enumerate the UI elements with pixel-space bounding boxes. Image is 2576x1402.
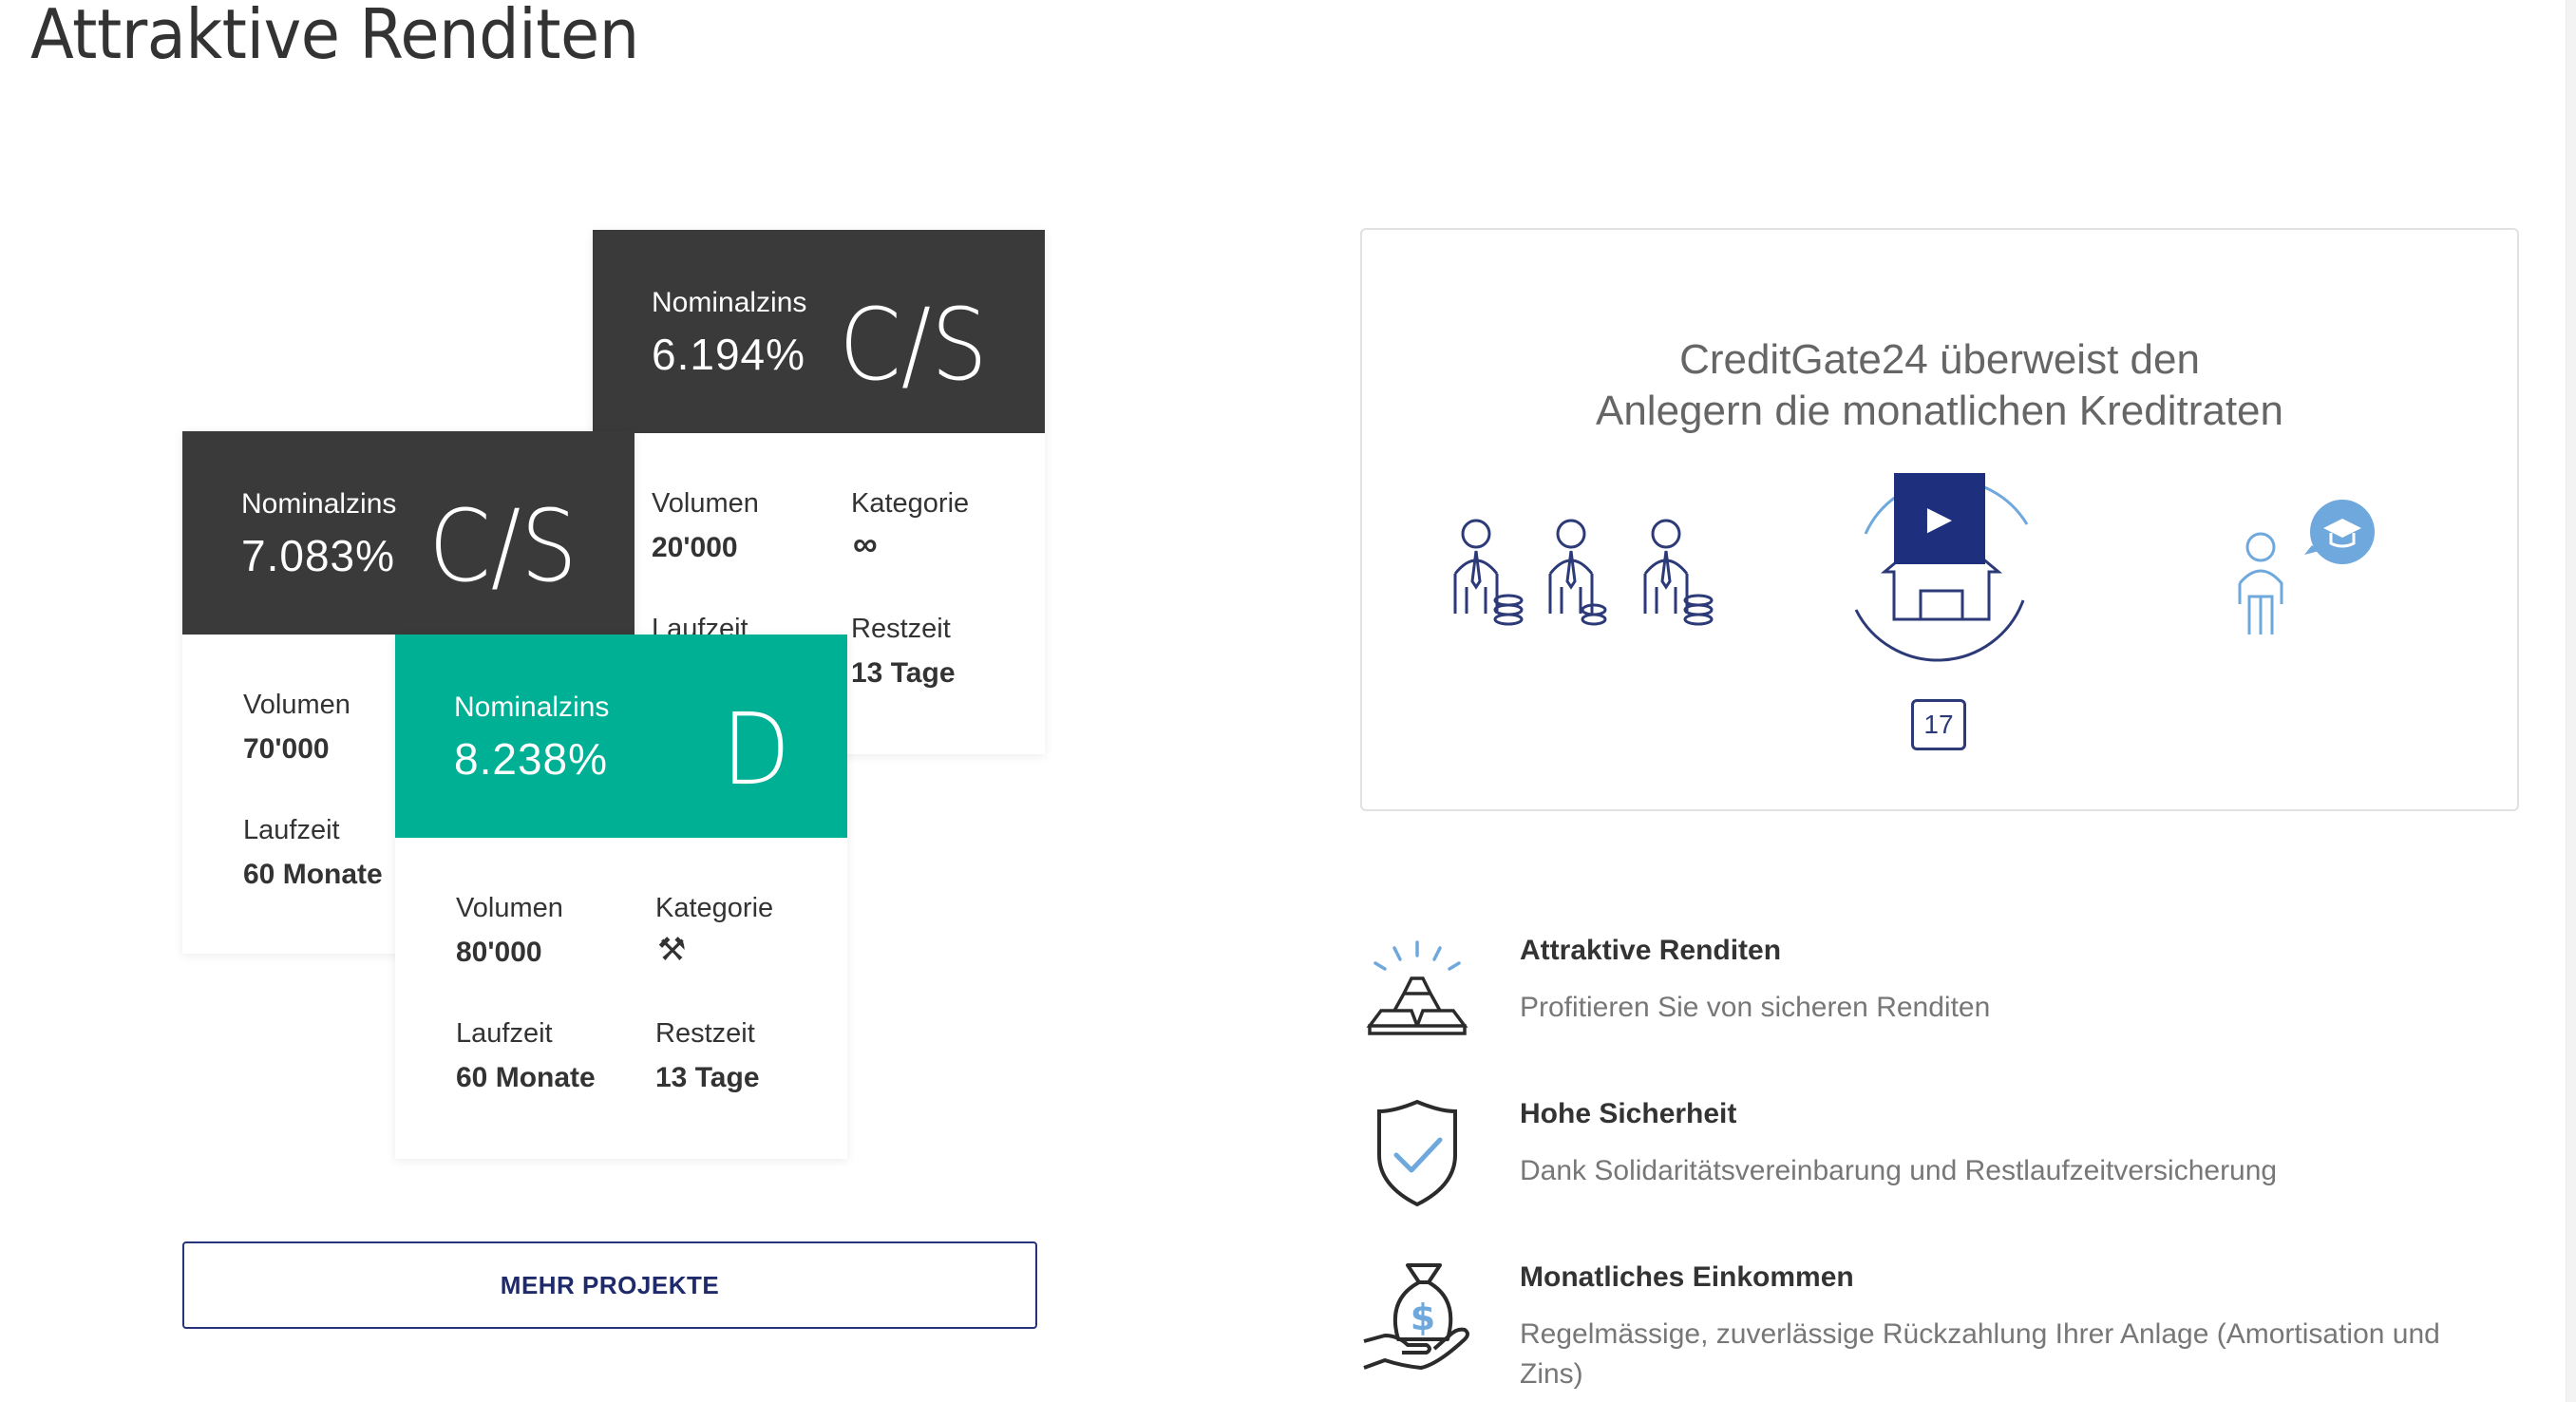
- project-card-3[interactable]: Nominalzins 8.238% D Volumen 80'000 Kate…: [395, 635, 847, 1159]
- calendar-icon: 17: [1911, 699, 1966, 750]
- kategorie-label: Kategorie: [655, 893, 774, 923]
- feature-attraktive-renditen: Attraktive Renditen Profitieren Sie von …: [1360, 935, 2519, 1049]
- card-header: Nominalzins 8.238% D: [395, 635, 847, 838]
- feature-title: Attraktive Renditen: [1520, 935, 1782, 966]
- volumen-label: Volumen: [243, 690, 350, 720]
- nominalzins-value: 6.194%: [652, 330, 806, 379]
- feature-description: Regelmässige, zuverlässige Rückzahlung I…: [1520, 1318, 2440, 1390]
- restzeit-label: Restzeit: [851, 614, 951, 644]
- svg-text:$: $: [1411, 1297, 1435, 1338]
- feature-description: Profitieren Sie von sicheren Renditen: [1520, 992, 1991, 1023]
- card-header: Nominalzins 7.083% C/S: [182, 431, 635, 635]
- volumen-label: Volumen: [456, 893, 563, 923]
- explainer-video[interactable]: CreditGate24 überweist den Anlegern die …: [1360, 228, 2519, 811]
- calendar-day: 17: [1923, 710, 1954, 739]
- volumen-value: 80'000: [456, 937, 542, 968]
- risk-grade: C/S: [428, 488, 578, 604]
- feature-hohe-sicherheit: Hohe Sicherheit Dank Solidaritätsvereinb…: [1360, 1098, 2519, 1212]
- volumen-value: 70'000: [243, 733, 330, 765]
- nominalzins-value: 8.238%: [454, 734, 609, 784]
- volumen-label: Volumen: [652, 488, 759, 519]
- infinity-icon: ∞: [853, 524, 878, 563]
- restzeit-value: 13 Tage: [655, 1062, 760, 1093]
- video-caption: CreditGate24 überweist den Anlegern die …: [1362, 334, 2517, 437]
- page-scrollbar[interactable]: [2566, 0, 2576, 1402]
- kategorie-label: Kategorie: [851, 488, 970, 519]
- page-title: Attraktive Renditen: [30, 0, 639, 74]
- play-icon: ▶: [1926, 501, 1953, 537]
- feature-description: Dank Solidaritätsvereinbarung und Restla…: [1520, 1155, 2278, 1186]
- volumen-value: 20'000: [652, 532, 738, 563]
- nominalzins-label: Nominalzins: [652, 287, 807, 318]
- restzeit-label: Restzeit: [655, 1018, 755, 1049]
- student-illustration: [2238, 500, 2375, 635]
- more-projects-button[interactable]: MEHR PROJEKTE: [182, 1241, 1037, 1329]
- laufzeit-label: Laufzeit: [243, 815, 340, 845]
- video-caption-line-1: CreditGate24 überweist den: [1679, 336, 2200, 383]
- restzeit-value: 13 Tage: [851, 657, 956, 689]
- risk-grade: D: [721, 692, 790, 807]
- feature-monatliches-einkommen: $ Monatliches Einkommen Regelmässige, zu…: [1360, 1261, 2519, 1394]
- shield-check-icon: [1377, 1099, 1457, 1207]
- video-caption-line-2: Anlegern die monatlichen Kreditraten: [1595, 388, 2283, 434]
- laufzeit-value: 60 Monate: [456, 1062, 596, 1093]
- feature-title: Hohe Sicherheit: [1520, 1098, 1737, 1129]
- laufzeit-value: 60 Monate: [243, 859, 383, 890]
- play-button[interactable]: ▶: [1894, 473, 1985, 564]
- nominalzins-label: Nominalzins: [241, 488, 397, 520]
- investors-illustration: [1453, 519, 1714, 626]
- money-bag-hand-icon: $: [1363, 1263, 1469, 1370]
- nominalzins-value: 7.083%: [241, 531, 396, 580]
- nominalzins-label: Nominalzins: [454, 692, 610, 723]
- tools-icon: ⚒: [657, 932, 687, 968]
- risk-grade: C/S: [839, 287, 988, 403]
- card-header: Nominalzins 6.194% C/S: [593, 230, 1045, 433]
- feature-title: Monatliches Einkommen: [1520, 1261, 1854, 1293]
- gold-bars-icon: [1366, 940, 1468, 1035]
- laufzeit-label: Laufzeit: [456, 1018, 553, 1049]
